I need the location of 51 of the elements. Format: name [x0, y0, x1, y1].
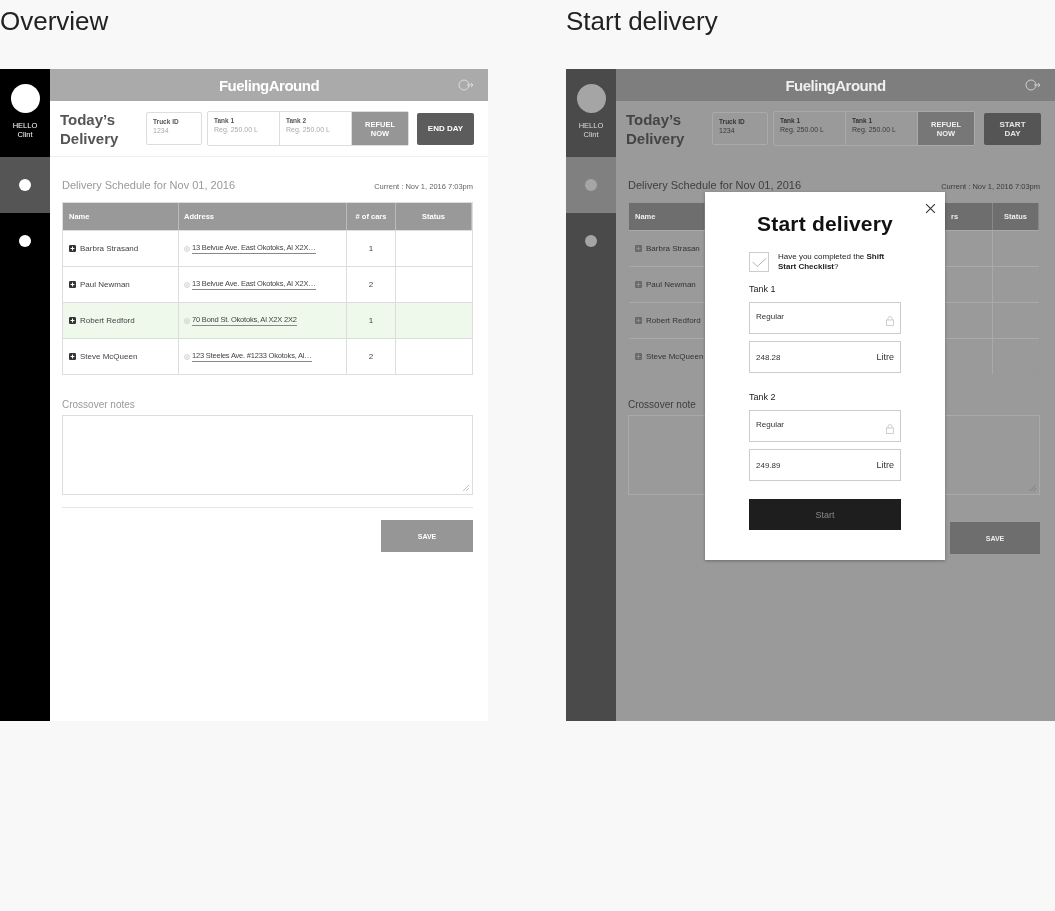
schedule-title: Delivery Schedule for Nov 01, 2016 — [62, 179, 236, 191]
amount-field[interactable]: 248.28 Litre — [749, 341, 901, 373]
start-button[interactable]: Start — [749, 499, 901, 530]
tank-label: Tank 1 — [749, 284, 777, 294]
dialog-title: Start delivery — [756, 212, 894, 236]
mockup-title: Overview — [0, 5, 110, 38]
checkbox[interactable] — [749, 252, 769, 272]
lock-icon — [886, 424, 894, 434]
car-count: 1 — [347, 231, 396, 266]
app-logo: FuelingAround — [785, 76, 886, 94]
dot-icon — [585, 235, 597, 247]
day-button[interactable]: START DAY — [984, 112, 1041, 145]
customer-name: Paul Newman — [80, 280, 130, 289]
location-pin-icon — [184, 245, 190, 252]
lock-icon — [886, 316, 894, 326]
avatar-circle — [10, 84, 40, 113]
resize-grip-icon — [1029, 484, 1037, 492]
app-logo: FuelingAround — [218, 76, 320, 94]
location-pin-icon — [184, 353, 190, 360]
customer-name: Robert Redford — [646, 316, 701, 325]
car-count: 1 — [347, 303, 396, 338]
customer-name: Robert Redford — [80, 316, 135, 325]
page-heading: Today’s Delivery — [60, 109, 120, 148]
fuel-type-field[interactable]: Regular — [749, 302, 901, 334]
fuel-type-field[interactable]: Regular — [749, 410, 901, 442]
notes-label: Crossover note — [628, 399, 697, 412]
logout-icon[interactable] — [1025, 79, 1041, 91]
tank-label: Tank 2 — [749, 392, 777, 402]
sidebar-item[interactable] — [0, 157, 50, 213]
customer-name: Paul Newman — [646, 280, 696, 289]
checklist-question: Have you completed the Shift Start Checklist? — [778, 252, 886, 272]
logout-icon[interactable] — [458, 79, 474, 91]
avatar-circle — [576, 84, 606, 113]
location-pin-icon — [184, 281, 190, 288]
customer-name: Barbra Strasan — [646, 244, 700, 253]
car-count: 2 — [347, 339, 396, 374]
day-button[interactable]: END DAY — [417, 112, 474, 145]
mockup-title: Start delivery — [566, 5, 719, 38]
dot-icon — [585, 179, 597, 191]
dot-icon — [19, 179, 31, 191]
customer-name: Steve McQueen — [80, 352, 138, 361]
customer-name: Steve McQueen — [646, 352, 704, 361]
page-heading: Today’s Delivery — [626, 109, 686, 148]
notes-label: Crossover notes — [62, 399, 136, 412]
customer-name: Barbra Strasand — [80, 244, 139, 253]
location-pin-icon — [184, 317, 190, 324]
close-icon[interactable] — [925, 203, 936, 214]
amount-field[interactable]: 249.89 Litre — [749, 449, 901, 481]
schedule-title: Delivery Schedule for Nov 01, 2016 — [628, 179, 802, 191]
resize-grip-icon — [462, 484, 470, 492]
dot-icon — [19, 235, 31, 247]
